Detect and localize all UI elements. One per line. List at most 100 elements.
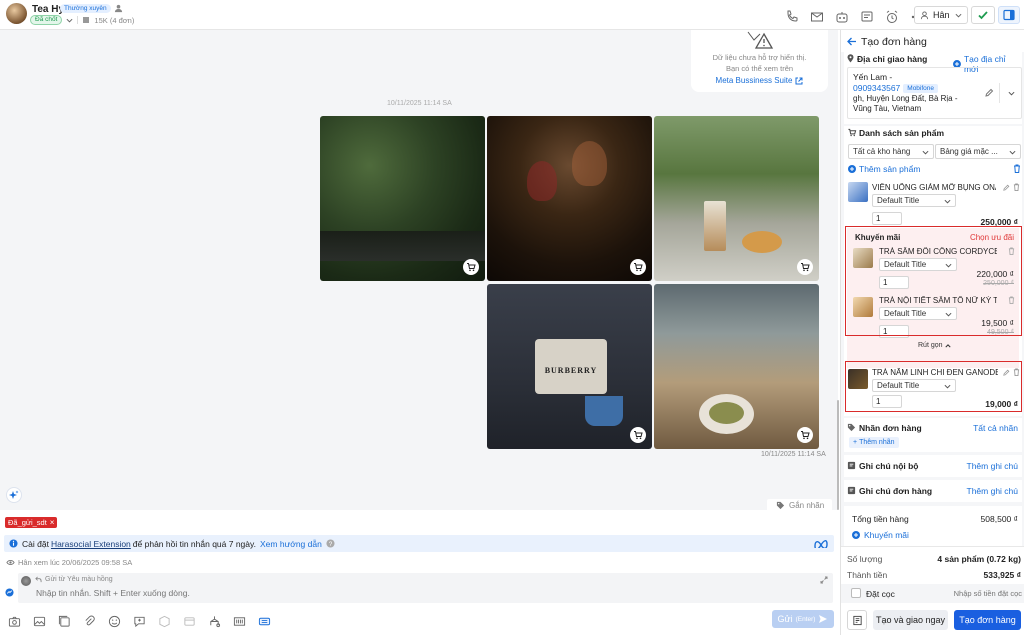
variant-select[interactable]: Default Title (872, 194, 956, 207)
expand-icon[interactable] (820, 576, 828, 584)
message-input-box[interactable]: Gửi từ Yêu màu hồng (18, 573, 833, 603)
deposit-input[interactable] (946, 587, 1022, 600)
ai-assist-button[interactable] (6, 487, 22, 503)
camera-icon[interactable] (4, 611, 24, 631)
panel-header: Tạo đơn hàng (841, 30, 1024, 52)
barcode-icon[interactable] (229, 611, 249, 631)
product-name[interactable]: VIÊN UỐNG GIẢM MỠ BỤNG ONA... (872, 183, 996, 192)
tag-chip-label: Đã_gửi_sdt (8, 518, 47, 527)
bot-icon[interactable] (832, 7, 852, 27)
shipping-icon[interactable] (204, 611, 224, 631)
keyboard-icon[interactable] (254, 611, 274, 631)
send-button[interactable]: Gửi (Enter) (772, 610, 834, 628)
photo-wine-glasses[interactable] (487, 116, 652, 281)
print-button[interactable] (847, 610, 867, 630)
status-badge[interactable]: Đã chốt (30, 15, 63, 25)
cart-icon (848, 128, 857, 137)
customer-phone[interactable]: 0909343567 (853, 83, 900, 93)
add-internal-note-link[interactable]: Thêm ghi chú (967, 461, 1019, 471)
cart-icon[interactable] (797, 427, 813, 443)
warehouse-select[interactable]: Tất cả kho hàng (848, 144, 934, 159)
quick-reply-icon[interactable] (129, 611, 149, 631)
assignee-name: Hân (933, 10, 950, 20)
photo-brand-text: BURBERRY (544, 366, 598, 375)
address-card[interactable]: Yến Lam - 0909343567 Mobifone gh, Huyện … (847, 67, 1022, 119)
library-icon[interactable] (54, 611, 74, 631)
toggle-panel-button[interactable] (998, 6, 1020, 24)
photo-coffee-croissant[interactable] (654, 116, 819, 281)
photo-restaurant[interactable] (654, 284, 819, 449)
carrier-badge: Mobifone (903, 83, 939, 93)
promo-link[interactable]: Khuyến mãi (852, 530, 909, 540)
photo-trees[interactable] (320, 116, 485, 281)
order-tags-section: Nhãn đơn hàng Tất cả nhãn + Thêm nhãn (844, 418, 1022, 452)
meta-icon[interactable] (814, 539, 828, 548)
quantity-value: 4 sản phẩm (0.72 kg) (937, 554, 1021, 564)
phone-icon[interactable] (782, 7, 802, 27)
chevron-down-icon[interactable] (1008, 90, 1015, 97)
image-icon[interactable] (29, 611, 49, 631)
highlight-box (845, 361, 1022, 412)
address-line2: Vũng Tàu, Vietnam (853, 104, 922, 113)
alarm-icon[interactable] (882, 7, 902, 27)
sender-avatar (21, 576, 31, 586)
check-icon (978, 11, 988, 20)
conversation-header: Tea Hy Thường xuyên Đã chốt 15K (4 đơn) … (0, 0, 1024, 30)
order-info[interactable]: 15K (4 đơn) (94, 16, 134, 25)
sparkle-icon (9, 490, 19, 499)
note-icon[interactable] (857, 7, 877, 27)
avatar[interactable] (6, 3, 27, 24)
seen-status: Hân xem lúc 20/06/2025 09:58 SA (6, 558, 132, 567)
message-list[interactable]: Dữ liệu chưa hỗ trợ hiển thị. Bạn có thể… (0, 30, 839, 512)
create-and-ship-button[interactable]: Tạo và giao ngay (873, 610, 948, 630)
close-icon[interactable]: × (50, 518, 55, 527)
add-tag-button[interactable]: + Thêm nhãn (849, 437, 899, 448)
help-icon[interactable]: ? (326, 539, 335, 548)
cart-icon[interactable] (463, 259, 479, 275)
quantity-stepper[interactable]: 1 (872, 212, 902, 225)
external-link-icon (795, 77, 803, 84)
all-tags-link[interactable]: Tất cả nhãn (973, 423, 1018, 433)
person-icon[interactable] (114, 4, 123, 13)
cart-icon[interactable] (630, 259, 646, 275)
extension-link[interactable]: Harasocial Extension (51, 539, 131, 549)
guide-link[interactable]: Xem hướng dẫn (260, 539, 322, 549)
meta-business-link[interactable]: Meta Bussiness Suite (691, 76, 828, 85)
total-value: 533,925 ₫ (983, 570, 1021, 580)
subtotal-label: Tổng tiền hàng (852, 514, 909, 524)
assignee-select[interactable]: Hân (914, 6, 968, 24)
attachment-icon[interactable] (79, 611, 99, 631)
add-product-link[interactable]: Thêm sản phẩm (848, 164, 920, 174)
trash-icon[interactable] (1013, 183, 1020, 191)
edit-icon[interactable] (985, 88, 994, 97)
mark-done-button[interactable] (971, 6, 995, 24)
add-order-note-link[interactable]: Thêm ghi chú (967, 486, 1019, 496)
tag-chip[interactable]: Đã_gửi_sdt × (5, 517, 58, 528)
pricelist-select[interactable]: Bảng giá mặc ... (935, 144, 1021, 159)
order-tag-title: Nhãn đơn hàng (859, 423, 922, 433)
photo-burberry-bag[interactable]: BURBERRY (487, 284, 652, 449)
chat-scrollbar[interactable] (837, 400, 839, 510)
product-icon[interactable] (154, 611, 174, 631)
meta-notice-line1: Dữ liệu chưa hỗ trợ hiển thị. (712, 53, 807, 62)
warning-icon (747, 31, 773, 49)
emoji-icon[interactable] (104, 611, 124, 631)
collapse-toggle[interactable]: Rút gọn (918, 342, 951, 349)
plus-icon: + (853, 439, 858, 446)
info-banner: Cài đặt Harasocial Extension để phản hồi… (4, 535, 834, 552)
message-input[interactable] (36, 587, 736, 599)
deposit-checkbox[interactable] (851, 588, 861, 598)
composer-toolbar (4, 611, 274, 631)
mail-icon[interactable] (807, 7, 827, 27)
cart-icon[interactable] (797, 259, 813, 275)
chevron-down-icon[interactable] (66, 17, 73, 24)
address-section-title: Địa chỉ giao hàng (857, 54, 928, 64)
composer-area: Đã_gửi_sdt × Cài đặt Harasocial Extensio… (0, 510, 838, 635)
edit-icon[interactable] (1003, 184, 1010, 191)
cart-icon[interactable] (630, 427, 646, 443)
trash-icon[interactable] (1013, 164, 1021, 173)
create-order-button[interactable]: Tạo đơn hàng (954, 610, 1021, 630)
back-arrow-icon[interactable] (847, 37, 857, 46)
order-template-icon[interactable] (179, 611, 199, 631)
sidebar-icon (1003, 9, 1015, 21)
